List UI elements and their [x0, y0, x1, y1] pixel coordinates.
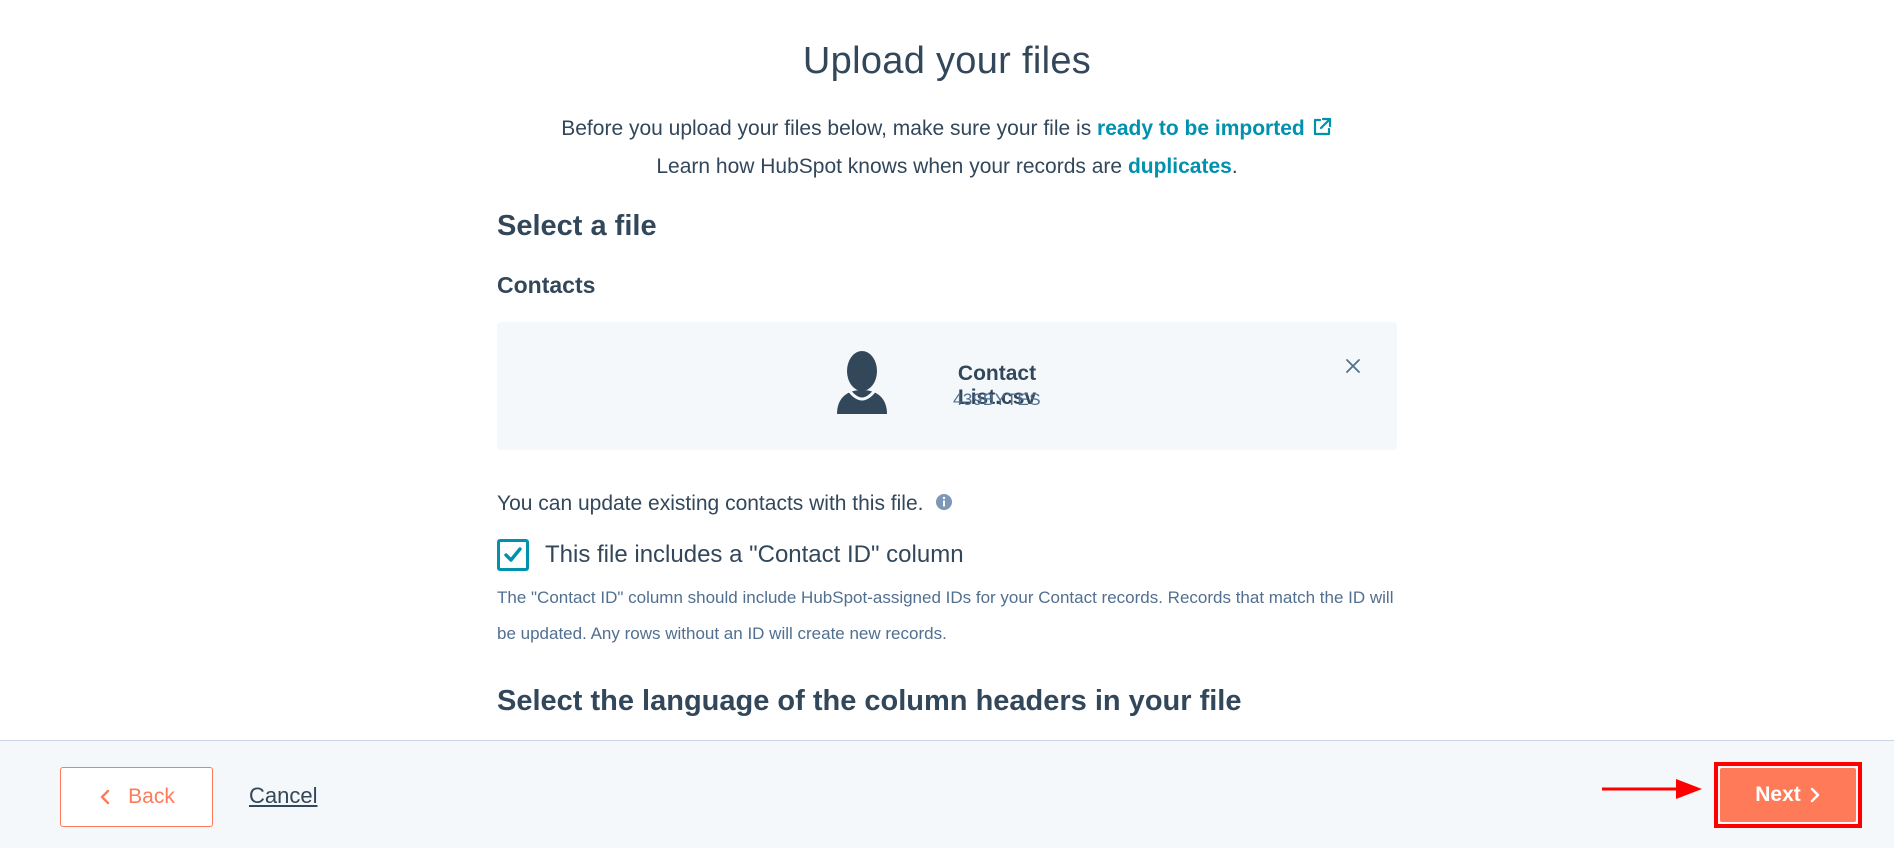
next-button-highlight: Next — [1714, 762, 1862, 828]
contact-id-checkbox-label[interactable]: This file includes a "Contact ID" column — [545, 541, 964, 569]
contact-id-checkbox[interactable] — [497, 539, 529, 571]
chevron-right-icon — [1810, 787, 1819, 803]
cancel-link[interactable]: Cancel — [249, 783, 317, 809]
file-size: 439BYTES — [952, 390, 1042, 409]
intro-duplicates-suffix: . — [1231, 155, 1238, 178]
uploaded-file-card: Contact List.csv 439BYTES — [497, 322, 1397, 450]
external-link-icon — [1313, 117, 1331, 136]
annotation-arrow-icon — [1602, 779, 1702, 799]
page-title: Upload your files — [802, 40, 1092, 82]
import-page: Upload your files Before you upload your… — [0, 0, 1894, 848]
update-existing-note: You can update existing contacts with th… — [497, 492, 953, 516]
duplicates-link[interactable]: duplicates — [1128, 155, 1232, 178]
footer-bar: Back Cancel Next — [0, 740, 1894, 848]
intro-duplicates-line: Learn how HubSpot knows when your record… — [437, 152, 1457, 182]
update-existing-text: You can update existing contacts with th… — [497, 492, 924, 515]
info-icon[interactable] — [935, 493, 953, 511]
back-button-label: Back — [128, 785, 175, 808]
contact-id-help-text: The "Contact ID" column should include H… — [497, 588, 1394, 643]
contact-id-checkbox-row: This file includes a "Contact ID" column — [497, 538, 964, 572]
intro-ready-line: Before you upload your files below, make… — [437, 114, 1457, 144]
contact-avatar-icon — [837, 351, 887, 414]
language-heading: Select the language of the column header… — [497, 685, 1242, 717]
intro-duplicates-text: Learn how HubSpot knows when your record… — [656, 155, 1128, 178]
ready-to-import-link[interactable]: ready to be imported — [1097, 117, 1333, 140]
ready-to-import-link-label: ready to be imported — [1097, 117, 1305, 140]
chevron-left-icon — [100, 789, 110, 805]
intro-ready-text: Before you upload your files below, make… — [561, 117, 1098, 140]
next-button[interactable]: Next — [1720, 768, 1856, 822]
back-button[interactable]: Back — [60, 767, 213, 827]
object-type-label: Contacts — [497, 272, 596, 298]
close-icon[interactable] — [1342, 355, 1364, 377]
checkmark-icon — [504, 547, 522, 562]
next-button-label: Next — [1755, 783, 1801, 806]
select-file-heading: Select a file — [497, 210, 657, 242]
